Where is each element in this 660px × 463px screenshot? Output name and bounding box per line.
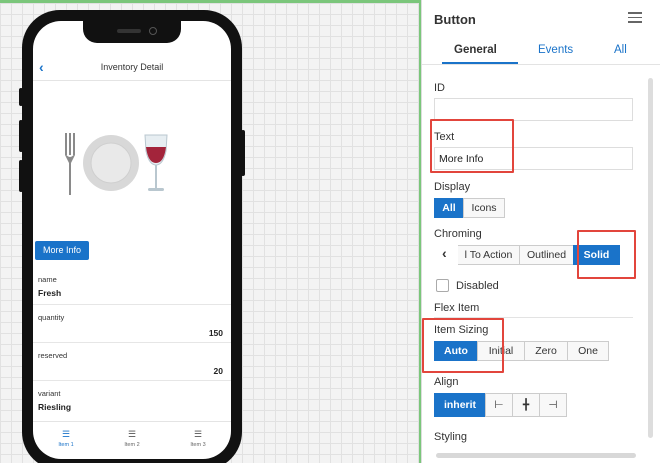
more-info-button[interactable]: More Info — [35, 241, 89, 260]
display-icons-option[interactable]: Icons — [463, 198, 505, 218]
id-label: ID — [434, 82, 445, 94]
chroming-outlined-option[interactable]: Outlined — [519, 245, 574, 265]
list-item: quantity 150 — [33, 305, 231, 343]
disabled-label: Disabled — [456, 280, 499, 292]
align-end-icon[interactable]: ⊣ — [539, 393, 567, 417]
align-segmented-control: inherit ⊢ ╋ ⊣ — [434, 393, 567, 417]
field-value: 150 — [208, 328, 223, 338]
plate-fork-wine-illustration — [65, 133, 168, 195]
chroming-label: Chroming — [434, 228, 482, 240]
phone-power-button — [241, 130, 245, 176]
active-tab-indicator — [442, 62, 518, 64]
highlight-box — [577, 230, 636, 279]
tab-item-3[interactable]: ☰ Item 3 — [165, 422, 231, 459]
list-item: name Fresh — [33, 267, 231, 305]
display-label: Display — [434, 181, 471, 193]
id-input[interactable] — [434, 98, 633, 121]
speaker — [117, 29, 141, 33]
hamburger-menu-icon[interactable] — [628, 12, 642, 26]
field-value: Fresh — [38, 288, 62, 298]
list-item: variant Riesling — [33, 381, 231, 419]
styling-label: Styling — [434, 431, 468, 443]
phone-notch — [83, 21, 181, 43]
phone-screen: ‹ Inventory Detail More Info name Fresh … — [33, 21, 231, 459]
vertical-scrollbar[interactable] — [648, 78, 653, 438]
align-center-icon[interactable]: ╋ — [512, 393, 540, 417]
horizontal-scrollbar[interactable] — [436, 453, 636, 458]
field-label: quantity — [38, 313, 65, 322]
align-label: Align — [434, 376, 459, 388]
tab-general[interactable]: General — [454, 44, 497, 56]
tab-label: Item 2 — [124, 442, 140, 448]
inspector-tabs: General Events All — [422, 38, 660, 65]
property-inspector: Button General Events All ID Text More I… — [421, 0, 660, 463]
tab-label: Item 1 — [58, 442, 74, 448]
list-item: reserved 20 — [33, 343, 231, 381]
bottom-tab-bar: ☰ Item 1 ☰ Item 2 ☰ Item 3 — [33, 421, 231, 459]
align-start-icon[interactable]: ⊢ — [485, 393, 513, 417]
list-icon: ☰ — [61, 429, 71, 439]
phone-volume-down — [19, 160, 23, 192]
app-header: ‹ Inventory Detail — [33, 55, 231, 81]
disabled-checkbox[interactable] — [436, 279, 449, 292]
tab-label: Item 3 — [190, 442, 206, 448]
tab-item-2[interactable]: ☰ Item 2 — [99, 422, 165, 459]
item-sizing-one-option[interactable]: One — [567, 341, 609, 361]
item-sizing-zero-option[interactable]: Zero — [524, 341, 568, 361]
plate-icon — [83, 135, 139, 191]
list-icon: ☰ — [193, 429, 203, 439]
highlight-box — [422, 318, 504, 373]
tab-events[interactable]: Events — [538, 44, 573, 56]
field-label: reserved — [38, 351, 68, 360]
phone-frame: ‹ Inventory Detail More Info name Fresh … — [19, 10, 245, 463]
display-all-option[interactable]: All — [434, 198, 464, 218]
tab-all[interactable]: All — [614, 44, 627, 56]
field-label: name — [38, 275, 57, 284]
flex-item-heading: Flex Item — [434, 302, 480, 314]
tab-item-1[interactable]: ☰ Item 1 — [33, 422, 99, 459]
highlight-box — [430, 119, 514, 173]
phone-side-button — [19, 88, 23, 106]
camera-icon — [149, 27, 157, 35]
field-label: variant — [38, 389, 61, 398]
panel-title: Button — [434, 12, 476, 27]
detail-field-list: name Fresh quantity 150 reserved 20 vari… — [33, 267, 231, 419]
phone-volume-up — [19, 120, 23, 152]
field-value: Riesling — [38, 402, 72, 412]
chroming-call-to-action-option[interactable]: l To Action — [458, 245, 520, 265]
align-inherit-option[interactable]: inherit — [434, 393, 486, 417]
chevron-left-icon[interactable]: ‹ — [442, 245, 447, 261]
page-title: Inventory Detail — [100, 62, 164, 72]
display-segmented-control: All Icons — [434, 198, 505, 218]
wine-glass-icon — [144, 134, 168, 191]
fork-icon — [65, 133, 75, 195]
field-value: 20 — [213, 366, 223, 376]
list-icon: ☰ — [127, 429, 137, 439]
